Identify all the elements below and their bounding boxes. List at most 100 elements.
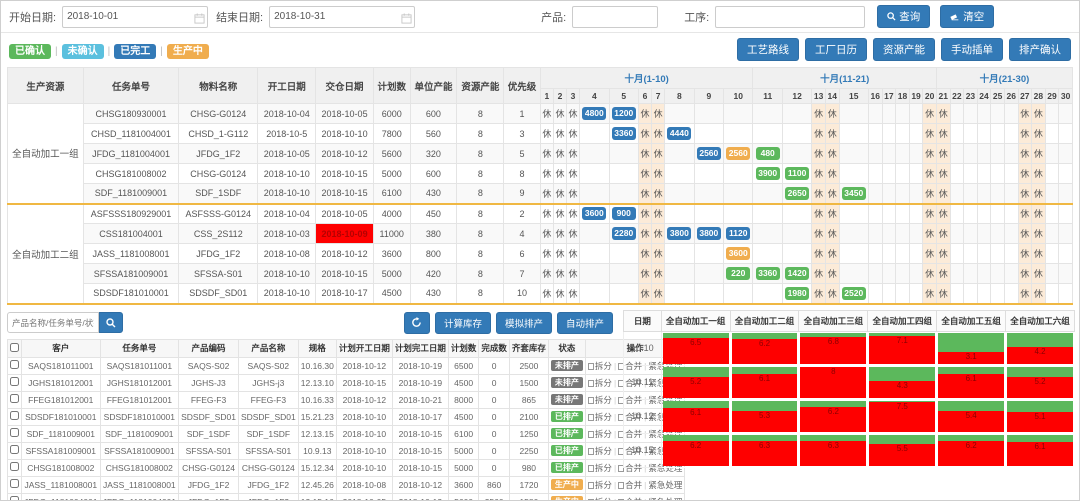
op-拆分-link[interactable]: 拆分 — [588, 429, 612, 439]
task-row[interactable]: FFEG181012001FFEG181012001FFEG-F3FFEG-F3… — [8, 391, 685, 408]
schedule-bar[interactable]: 4800 — [582, 107, 606, 120]
gantt-row[interactable]: CHSG181008002CHSG-G01242018-10-102018-10… — [8, 164, 1073, 184]
schedule-bar[interactable]: 1980 — [785, 287, 809, 300]
clear-button[interactable]: 清空 — [940, 5, 994, 28]
gantt-row[interactable]: SFSSA181009001SFSSA-S012018-10-102018-10… — [8, 264, 1073, 284]
row-checkbox[interactable] — [10, 377, 19, 386]
schedule-bar[interactable]: 2560 — [697, 147, 721, 160]
schedule-bar[interactable]: 220 — [726, 267, 750, 280]
schedule-bar[interactable]: 480 — [756, 147, 780, 160]
toolbar-button-资源产能[interactable]: 资源产能 — [873, 38, 935, 61]
capacity-cell[interactable]: 4.2 — [1006, 331, 1075, 365]
schedule-bar[interactable]: 4440 — [667, 127, 691, 140]
capacity-cell[interactable]: 3.1 — [937, 331, 1006, 365]
capacity-cell[interactable]: 5.4 — [937, 399, 1006, 433]
schedule-bar[interactable]: 1120 — [726, 227, 750, 240]
refresh-button[interactable] — [404, 312, 430, 334]
calendar-icon[interactable] — [194, 11, 205, 29]
op-拆分-link[interactable]: 拆分 — [588, 446, 612, 456]
capacity-cell[interactable]: 6.3 — [799, 433, 868, 467]
gantt-row[interactable]: SDSDF181010001SDSDF_SD012018-10-102018-1… — [8, 284, 1073, 304]
row-checkbox[interactable] — [10, 428, 19, 437]
schedule-bar[interactable]: 3360 — [756, 267, 780, 280]
schedule-bar[interactable]: 2560 — [726, 147, 750, 160]
capacity-cell[interactable]: 6.8 — [799, 331, 868, 365]
toolbar-button-工艺路线[interactable]: 工艺路线 — [737, 38, 799, 61]
capacity-cell[interactable]: 5.3 — [730, 399, 799, 433]
schedule-bar[interactable]: 3360 — [612, 127, 636, 140]
schedule-bar[interactable]: 2650 — [785, 187, 809, 200]
capacity-cell[interactable]: 5.5 — [868, 433, 937, 467]
op-拆分-link[interactable]: 拆分 — [588, 395, 612, 405]
task-search-input[interactable] — [7, 312, 99, 333]
row-checkbox[interactable] — [10, 479, 19, 488]
schedule-bar[interactable]: 3450 — [842, 187, 866, 200]
toolbar-button-工厂日历[interactable]: 工厂日历 — [805, 38, 867, 61]
op-拆分-link[interactable]: 拆分 — [588, 378, 612, 388]
capacity-cell[interactable]: 6.2 — [937, 433, 1006, 467]
capacity-cell[interactable]: 5.2 — [1006, 365, 1075, 399]
gantt-row[interactable]: 全自动加工二组ASFSSS180929001ASFSSS-G01242018-1… — [8, 204, 1073, 224]
task-row[interactable]: JASS_1181008001JASS_1181008001JFDG_1F2JF… — [8, 476, 685, 493]
capacity-cell[interactable]: 6.3 — [730, 433, 799, 467]
row-checkbox[interactable] — [10, 445, 19, 454]
schedule-bar[interactable]: 1100 — [785, 167, 809, 180]
select-all-checkbox[interactable] — [10, 343, 19, 352]
tasks-button-自动排产[interactable]: 自动排产 — [557, 312, 613, 334]
row-checkbox[interactable] — [10, 360, 19, 369]
schedule-bar[interactable]: 2520 — [842, 287, 866, 300]
gantt-row[interactable]: CHSD_1181004001CHSD_1-G1122018-10-52018-… — [8, 124, 1073, 144]
process-input[interactable] — [715, 6, 865, 28]
capacity-cell[interactable]: 6.2 — [799, 399, 868, 433]
toolbar-button-手动插单[interactable]: 手动插单 — [941, 38, 1003, 61]
calendar-icon[interactable] — [401, 11, 412, 29]
capacity-cell[interactable]: 4.3 — [868, 365, 937, 399]
capacity-cell[interactable]: 7.5 — [868, 399, 937, 433]
gantt-row[interactable]: CSS181004001CSS_2S1122018-10-032018-10-0… — [8, 224, 1073, 244]
capacity-cell[interactable]: 6.2 — [661, 433, 730, 467]
op-拆分-link[interactable]: 拆分 — [588, 361, 612, 371]
schedule-bar[interactable]: 900 — [612, 207, 636, 220]
tasks-button-计算库存[interactable]: 计算库存 — [435, 312, 491, 334]
capacity-cell[interactable]: 6.1 — [730, 365, 799, 399]
capacity-cell[interactable]: 5.1 — [1006, 399, 1075, 433]
row-checkbox[interactable] — [10, 496, 19, 501]
gantt-row[interactable]: SDF_1181009001SDF_1SDF2018-10-102018-10-… — [8, 184, 1073, 204]
task-row[interactable]: SDSDF181010001SDSDF181010001SDSDF_SD01SD… — [8, 408, 685, 425]
schedule-bar[interactable]: 1420 — [785, 267, 809, 280]
schedule-bar[interactable]: 3600 — [726, 247, 750, 260]
op-拆分-link[interactable]: 拆分 — [588, 412, 612, 422]
op-拆分-link[interactable]: 拆分 — [588, 497, 612, 501]
schedule-bar[interactable]: 3800 — [697, 227, 721, 240]
start-date-input[interactable] — [62, 6, 208, 28]
capacity-cell[interactable]: 5.2 — [661, 365, 730, 399]
capacity-cell[interactable]: 7.1 — [868, 331, 937, 365]
op-拆分-link[interactable]: 拆分 — [588, 463, 612, 473]
task-row[interactable]: SFSSA181009001SFSSA181009001SFSSA-S01SFS… — [8, 442, 685, 459]
tasks-button-模拟排产[interactable]: 模拟排产 — [496, 312, 552, 334]
capacity-cell[interactable]: 6.2 — [730, 331, 799, 365]
capacity-cell[interactable]: 6.1 — [937, 365, 1006, 399]
schedule-bar[interactable]: 3600 — [582, 207, 606, 220]
schedule-bar[interactable]: 3800 — [667, 227, 691, 240]
task-row[interactable]: JFDG_1181004001JFDG_1181004001JFDG_1F2JF… — [8, 493, 685, 501]
task-row[interactable]: CHSG181008002CHSG181008002CHSG-G0124CHSG… — [8, 459, 685, 476]
task-row[interactable]: SDF_1181009001SDF_1181009001SDF_1SDFSDF_… — [8, 425, 685, 442]
capacity-cell[interactable]: 6.5 — [661, 331, 730, 365]
capacity-cell[interactable]: 6.1 — [1006, 433, 1075, 467]
schedule-bar[interactable]: 3900 — [756, 167, 780, 180]
row-checkbox[interactable] — [10, 462, 19, 471]
task-row[interactable]: JGHS181012001JGHS181012001JGHS-J3JGHS-j3… — [8, 374, 685, 391]
row-checkbox[interactable] — [10, 411, 19, 420]
product-input[interactable] — [572, 6, 658, 28]
toolbar-button-排产确认[interactable]: 排产确认 — [1009, 38, 1071, 61]
task-row[interactable]: SAQS181011001SAQS181011001SAQS-S02SAQS-S… — [8, 357, 685, 374]
schedule-bar[interactable]: 2280 — [612, 227, 636, 240]
gantt-row[interactable]: JASS_1181008001JFDG_1F22018-10-082018-10… — [8, 244, 1073, 264]
row-checkbox[interactable] — [10, 394, 19, 403]
schedule-bar[interactable]: 1200 — [612, 107, 636, 120]
op-拆分-link[interactable]: 拆分 — [588, 480, 612, 490]
gantt-row[interactable]: 全自动加工一组CHSG180930001CHSG-G01242018-10-04… — [8, 104, 1073, 124]
capacity-cell[interactable]: 6.1 — [661, 399, 730, 433]
gantt-row[interactable]: JFDG_1181004001JFDG_1F22018-10-052018-10… — [8, 144, 1073, 164]
